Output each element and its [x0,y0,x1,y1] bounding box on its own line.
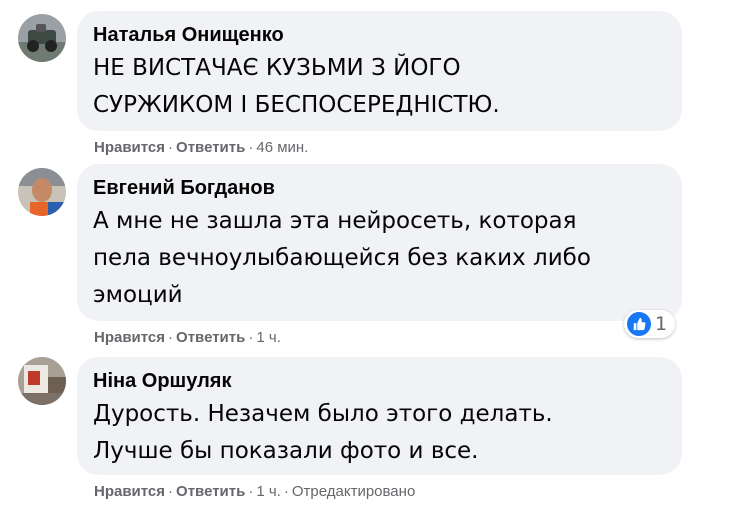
comment-text: НЕ ВИСТАЧАЄ КУЗЬМИ З ЙОГО СУРЖИКОМ І БЕС… [93,55,500,118]
comment-timestamp[interactable]: 1 ч. [256,329,281,346]
comment-author[interactable]: Ніна Оршуляк [93,369,666,393]
avatar[interactable] [18,357,66,405]
avatar[interactable] [18,168,66,216]
comment-bubble: Наталья Онищенко НЕ ВИСТАЧАЄ КУЗЬМИ З ЙО… [77,11,682,131]
comment-text: А мне не зашла эта нейросеть, которая пе… [93,208,591,308]
reply-button[interactable]: Ответить [176,139,245,156]
reaction-count: 1 [655,313,668,335]
comment-timestamp[interactable]: 46 мин. [256,139,308,156]
comment-actions: Нравится · Ответить · 1 ч. [94,329,281,347]
reaction-badge[interactable]: 1 [624,310,676,338]
like-icon [627,312,651,336]
comment-bubble: Евгений Богданов А мне не зашла эта нейр… [77,164,682,321]
comment-timestamp[interactable]: 1 ч. [256,483,281,500]
like-button[interactable]: Нравится [94,329,165,346]
separator: · [248,139,254,156]
reply-button[interactable]: Ответить [176,329,245,346]
like-button[interactable]: Нравится [94,139,165,156]
comment-actions: Нравится · Ответить · 46 мин. [94,139,308,157]
separator: · [168,483,174,500]
separator: · [283,483,289,500]
reply-button[interactable]: Ответить [176,483,245,500]
comment-author[interactable]: Евгений Богданов [93,176,666,200]
separator: · [168,329,174,346]
comment-author[interactable]: Наталья Онищенко [93,23,666,47]
separator: · [168,139,174,156]
comment-bubble: Ніна Оршуляк Дурость. Незачем было этого… [77,357,682,475]
edited-label: Отредактировано [291,483,416,500]
separator: · [248,483,254,500]
separator: · [248,329,254,346]
avatar[interactable] [18,14,66,62]
comment-text: Дурость. Незачем было этого делать. Лучш… [93,401,553,464]
comment-actions: Нравится · Ответить · 1 ч. · Отредактировано [94,483,415,501]
like-button[interactable]: Нравится [94,483,165,500]
